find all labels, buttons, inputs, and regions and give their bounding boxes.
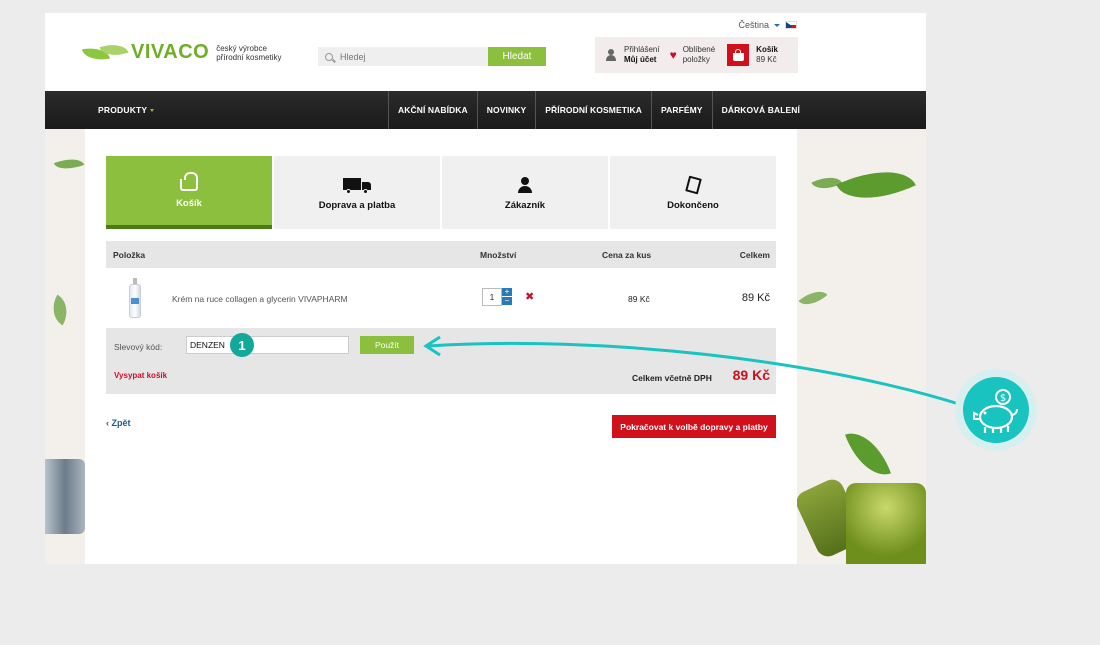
row-total: 89 Kč	[741, 292, 770, 304]
language-label: Čeština	[738, 20, 769, 30]
quantity-input[interactable]: 1	[482, 288, 502, 306]
nav-item-prirodni-kosmetika[interactable]: PŘÍRODNÍ KOSMETIKA	[535, 91, 651, 129]
quantity-stepper: 1 + −	[482, 288, 512, 306]
chevron-down-icon	[774, 23, 780, 27]
column-quantity: Množství	[480, 250, 517, 260]
language-selector[interactable]: Čeština	[738, 20, 797, 30]
basket-icon	[180, 172, 198, 194]
total-with-vat-label: Celkem včetně DPH	[632, 373, 712, 383]
discount-section: Slevový kód: Použít Vysypat košík Celkem…	[106, 328, 776, 394]
search-icon	[325, 52, 333, 61]
nav-item-akcni-nabidka[interactable]: AKČNÍ NABÍDKA	[388, 91, 477, 129]
cart-content: Košík Doprava a platba Zákazník Dokončen…	[85, 129, 797, 564]
cosmetic-jar-image	[45, 459, 85, 534]
logo-tagline: český výrobce přírodní kosmetiky	[216, 43, 282, 62]
login-label: Přihlášení	[624, 45, 660, 54]
unit-price: 89 Kč	[628, 294, 650, 304]
my-account-label: Můj účet	[624, 55, 657, 64]
leaf-logo-icon	[81, 38, 129, 64]
search-input[interactable]	[340, 51, 480, 62]
discount-code-label: Slevový kód:	[114, 342, 163, 352]
logo[interactable]: VIVACO český výrobce přírodní kosmetiky	[81, 38, 282, 64]
column-total: Celkem	[739, 250, 770, 260]
empty-cart-link[interactable]: Vysypat košík	[114, 371, 167, 380]
czech-flag-icon	[785, 21, 797, 29]
document-icon	[684, 174, 702, 196]
step-cart[interactable]: Košík	[106, 156, 272, 229]
nav-item-parfemy[interactable]: PARFÉMY	[650, 91, 712, 129]
table-row: Krém na ruce collagen a glycerin VIVAPHA…	[106, 268, 776, 328]
nav-item-novinky[interactable]: NOVINKY	[476, 91, 535, 129]
step-finished[interactable]: Dokončeno	[610, 156, 776, 229]
chevron-down-icon	[150, 109, 155, 113]
svg-text:$: $	[1000, 393, 1006, 404]
eshop-page: Čeština VIVACO český výrobce přírodní ko…	[45, 13, 926, 564]
column-item: Položka	[113, 250, 146, 260]
column-unit-price: Cena za kus	[602, 250, 652, 260]
person-icon	[518, 174, 532, 196]
total-with-vat-value: 89 Kč	[732, 367, 770, 383]
checkout-steps: Košík Doprava a platba Zákazník Dokončen…	[106, 156, 778, 229]
shopping-bag-icon	[727, 44, 750, 66]
apply-discount-button[interactable]: Použít	[360, 336, 414, 354]
annotation-badge: 1	[230, 333, 254, 357]
back-link[interactable]: ‹ Zpět	[106, 418, 131, 428]
heart-icon: ♥	[669, 48, 677, 62]
product-name[interactable]: Krém na ruce collagen a glycerin VIVAPHA…	[172, 294, 348, 304]
cart-label: Košík	[756, 45, 778, 54]
search-button[interactable]: Hledat	[488, 47, 546, 66]
user-icon	[605, 49, 617, 61]
logo-text: VIVACO	[131, 41, 210, 63]
continue-button[interactable]: Pokračovat k volbě dopravy a platby	[612, 415, 776, 438]
cart-total: 89 Kč	[756, 55, 777, 64]
step-shipping[interactable]: Doprava a platba	[274, 156, 440, 229]
piggy-bank-icon: $	[963, 377, 1029, 443]
nav-products[interactable]: PRODUKTY	[98, 105, 155, 115]
cart-link[interactable]: Košík 89 Kč	[715, 44, 778, 66]
account-box: Přihlášení Můj účet ♥ Oblíbené položky K…	[595, 37, 798, 73]
cart-table-header: Položka Množství Cena za kus Celkem	[106, 241, 776, 268]
account-link[interactable]: Přihlášení Můj účet	[595, 45, 660, 65]
decrease-button[interactable]: −	[502, 297, 512, 306]
remove-item-icon[interactable]: ✖	[525, 290, 534, 303]
nav-item-darkova-baleni[interactable]: DÁRKOVÁ BALENÍ	[711, 91, 809, 129]
step-customer[interactable]: Zákazník	[442, 156, 608, 229]
nav-menu: AKČNÍ NABÍDKA NOVINKY PŘÍRODNÍ KOSMETIKA…	[388, 91, 809, 129]
product-thumbnail[interactable]	[128, 278, 142, 318]
search-box	[318, 47, 489, 66]
cosmetic-jar-image	[846, 483, 926, 564]
main-nav: PRODUKTY AKČNÍ NABÍDKA NOVINKY PŘÍRODNÍ …	[45, 91, 926, 129]
discount-code-input[interactable]	[186, 336, 349, 354]
truck-icon	[343, 174, 371, 196]
favorites-link[interactable]: ♥ Oblíbené položky	[660, 45, 716, 65]
piggy-bank-badge: $	[955, 369, 1037, 451]
